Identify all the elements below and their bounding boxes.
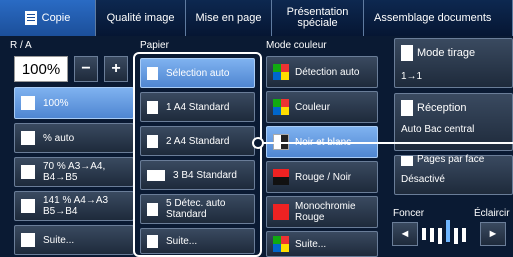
ratio-more-button[interactable]: Suite... xyxy=(14,225,134,255)
option-label: Couleur xyxy=(295,101,331,113)
density-step xyxy=(462,228,466,242)
tab-layout[interactable]: Mise en page xyxy=(186,0,272,36)
callout-dot xyxy=(252,137,264,149)
paper-more-button[interactable]: Suite... xyxy=(140,228,255,254)
color-full-button[interactable]: Couleur xyxy=(266,91,378,123)
pages-per-side-button[interactable]: Pages par face Désactivé xyxy=(394,154,513,195)
red-black-icon xyxy=(273,169,289,185)
option-label: 141 % A4→A3 B5→B4 xyxy=(43,195,109,217)
reduce-icon xyxy=(21,165,35,179)
lighter-label: Éclaircir xyxy=(474,208,510,219)
more-color-icon xyxy=(273,236,289,252)
tab-image-quality[interactable]: Qualité image xyxy=(96,0,186,36)
tray-icon xyxy=(147,100,158,114)
ratio-value[interactable]: 100% xyxy=(14,56,68,82)
page-icon xyxy=(21,96,35,110)
density-step xyxy=(438,228,442,244)
option-label: Détection auto xyxy=(295,66,360,78)
tray-icon xyxy=(147,169,165,181)
ratio-option-100[interactable]: 100% xyxy=(14,87,134,119)
tab-label: Assemblage documents xyxy=(374,11,492,24)
tab-label: Qualité image xyxy=(106,11,175,24)
copy-icon xyxy=(24,11,37,25)
paper-header: Papier xyxy=(140,40,169,51)
color-mode-header: Mode couleur xyxy=(266,40,327,51)
bypass-tray-icon xyxy=(147,202,158,216)
option-label: Suite... xyxy=(295,238,327,250)
tab-copy[interactable]: Copie xyxy=(0,0,96,36)
ratio-header: R / A xyxy=(10,40,32,51)
color-auto-detect-button[interactable]: Détection auto xyxy=(266,56,378,88)
option-label: % auto xyxy=(43,132,75,144)
color-red-black-button[interactable]: Rouge / Noir xyxy=(266,161,378,193)
tab-bar: Copie Qualité image Mise en page Présent… xyxy=(0,0,513,36)
auto-color-icon xyxy=(273,64,289,80)
full-color-icon xyxy=(273,99,289,115)
tab-label: Copie xyxy=(41,11,71,24)
copy-mode-button[interactable]: Mode tirage 1→1 xyxy=(394,38,513,88)
ratio-option-70[interactable]: 70 % A3→A4, B4→B5 xyxy=(14,157,134,187)
density-step xyxy=(422,228,426,240)
density-current-step xyxy=(446,220,450,242)
duplex-icon xyxy=(401,45,413,61)
pages-per-side-value: Désactivé xyxy=(401,174,445,185)
density-step xyxy=(430,228,434,242)
decrease-button[interactable]: − xyxy=(74,56,98,82)
list-icon xyxy=(147,234,158,248)
option-label: Sélection auto xyxy=(166,67,230,79)
darker-arrow-button[interactable]: ◄ xyxy=(392,222,418,246)
pages-per-side-icon xyxy=(401,156,413,166)
copy-mode-title: Mode tirage xyxy=(417,47,476,59)
callout-line xyxy=(262,142,513,144)
output-value: Auto Bac central xyxy=(401,124,475,135)
mono-red-icon xyxy=(273,204,289,220)
darker-label: Foncer xyxy=(393,208,425,219)
option-label: 100% xyxy=(43,97,69,109)
density-slider[interactable] xyxy=(420,220,474,244)
paper-option-auto[interactable]: Sélection auto xyxy=(140,58,255,88)
density-step xyxy=(454,228,458,244)
tab-label: Mise en page xyxy=(195,11,262,24)
option-label: Rouge / Noir xyxy=(295,171,352,183)
paper-option-tray2[interactable]: 2 A4 Standard xyxy=(140,126,255,156)
option-label: 5 Détec. auto Standard xyxy=(166,198,226,220)
tray-icon xyxy=(147,134,158,148)
color-mono-red-button[interactable]: Monochromie Rouge xyxy=(266,196,378,228)
color-more-button[interactable]: Suite... xyxy=(266,231,378,257)
tab-label: Présentation spéciale xyxy=(286,6,349,29)
output-tray-icon xyxy=(401,100,413,116)
ratio-option-141[interactable]: 141 % A4→A3 B5→B4 xyxy=(14,191,134,221)
option-label: 3 B4 Standard xyxy=(173,169,237,181)
enlarge-icon xyxy=(21,199,35,213)
paper-option-tray5[interactable]: 5 Détec. auto Standard xyxy=(140,194,255,224)
output-title: Réception xyxy=(417,102,467,114)
lighter-arrow-button[interactable]: ► xyxy=(480,222,506,246)
option-label: Suite... xyxy=(166,235,198,247)
option-label: Monochromie Rouge xyxy=(295,201,356,223)
option-label: 2 A4 Standard xyxy=(166,135,230,147)
option-label: 70 % A3→A4, B4→B5 xyxy=(43,161,106,183)
option-label: 1 A4 Standard xyxy=(166,101,230,113)
paper-option-tray3[interactable]: 3 B4 Standard xyxy=(140,160,255,190)
increase-button[interactable]: + xyxy=(104,56,128,82)
ratio-option-auto[interactable]: % auto xyxy=(14,123,134,153)
auto-percent-icon xyxy=(21,131,35,145)
more-icon xyxy=(21,233,35,247)
tab-build-job[interactable]: Assemblage documents xyxy=(364,0,513,36)
paper-option-tray1[interactable]: 1 A4 Standard xyxy=(140,92,255,122)
auto-paper-icon xyxy=(147,66,158,80)
copy-screen: Copie Qualité image Mise en page Présent… xyxy=(0,0,513,257)
copy-mode-value: 1→1 xyxy=(401,71,423,82)
tab-special-output[interactable]: Présentation spéciale xyxy=(272,0,364,36)
option-label: Suite... xyxy=(43,234,75,246)
pages-per-side-title: Pages par face xyxy=(417,154,485,165)
